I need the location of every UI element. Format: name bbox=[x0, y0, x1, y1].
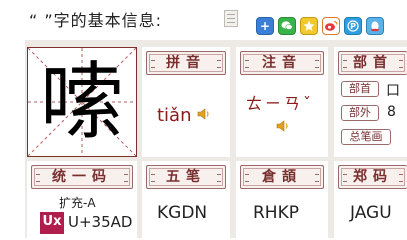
total-strokes-label: 总笔画 bbox=[341, 129, 391, 145]
radical-label: 部首 bbox=[338, 51, 407, 75]
speaker-icon[interactable] bbox=[276, 120, 290, 132]
cangjie-label: 倉頡 bbox=[240, 165, 324, 189]
zhuyin-value: ㄊㄧㄢˇ bbox=[246, 94, 315, 113]
main-character: 嗦 bbox=[39, 53, 124, 151]
svg-text:P: P bbox=[350, 22, 356, 31]
unicode-block: 扩充-A bbox=[59, 196, 96, 210]
qq-icon[interactable] bbox=[366, 17, 384, 35]
add-plus-icon[interactable]: + bbox=[256, 17, 274, 35]
character-display: 嗦 bbox=[27, 47, 137, 157]
favorite-star-icon[interactable] bbox=[300, 17, 318, 35]
weibo-icon[interactable] bbox=[322, 17, 340, 35]
radical-value: 口 bbox=[386, 83, 400, 99]
share-toolbar: + P bbox=[256, 17, 384, 35]
zhuyin-label: 注音 bbox=[240, 51, 324, 75]
unicode-logo: Ux bbox=[40, 212, 64, 234]
unicode-code: U+35AD bbox=[68, 213, 133, 231]
pinyin-value: tiǎn bbox=[157, 105, 192, 126]
pinterest-icon[interactable]: P bbox=[344, 17, 362, 35]
cangjie-value: RHKP bbox=[253, 203, 299, 223]
outer-strokes-label: 部外 bbox=[341, 105, 379, 121]
wubi-label: 五笔 bbox=[146, 165, 226, 189]
pinyin-label: 拼音 bbox=[146, 51, 226, 75]
page-title: “ ”字的基本信息: bbox=[29, 11, 163, 30]
character-info-page: “ ”字的基本信息: + P 嗦 拼音 tiǎn 注音 ㄊㄧㄢˇ 部首 部首 口… bbox=[0, 0, 407, 238]
wechat-icon[interactable] bbox=[278, 17, 296, 35]
wubi-value: KGDN bbox=[157, 203, 208, 223]
speaker-icon[interactable] bbox=[197, 108, 211, 120]
zhengma-label: 郑码 bbox=[338, 165, 407, 189]
zhengma-value: JAGU bbox=[350, 203, 392, 223]
radical-sub-label: 部首 bbox=[341, 81, 379, 97]
outer-strokes-value: 8 bbox=[387, 104, 396, 120]
unicode-label: 统一码 bbox=[31, 165, 133, 189]
print-icon[interactable] bbox=[224, 10, 238, 27]
